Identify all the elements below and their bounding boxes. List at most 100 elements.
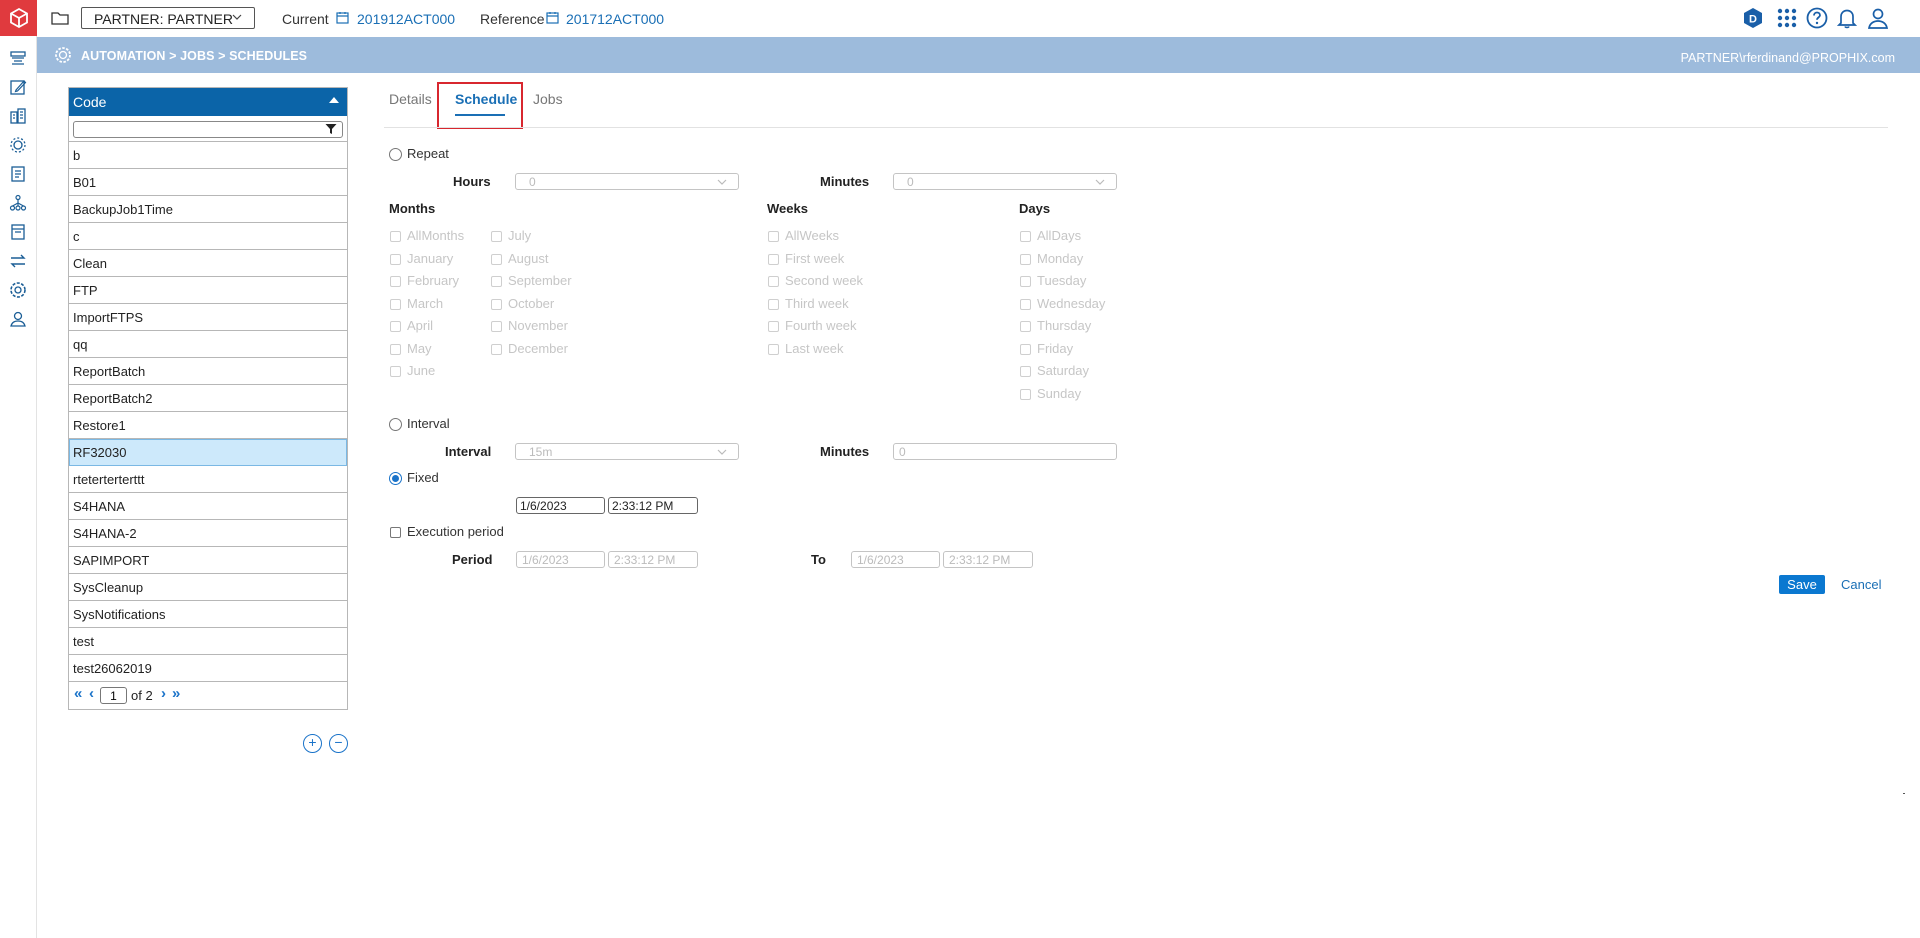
month-checkbox-may[interactable] bbox=[390, 344, 401, 355]
week-checkbox-first-week[interactable] bbox=[768, 254, 779, 265]
day-checkbox-alldays[interactable] bbox=[1020, 231, 1031, 242]
filter-icon[interactable] bbox=[325, 123, 337, 135]
day-checkbox-sunday[interactable] bbox=[1020, 389, 1031, 400]
nav-automation-gear-icon[interactable] bbox=[7, 134, 29, 156]
list-item[interactable]: RF32030 bbox=[69, 439, 347, 466]
month-checkbox-september[interactable] bbox=[491, 276, 502, 287]
day-checkbox-wednesday[interactable] bbox=[1020, 299, 1031, 310]
period-from-time-input[interactable]: 2:33:12 PM bbox=[608, 551, 698, 568]
nav-transfer-icon[interactable] bbox=[7, 250, 29, 272]
list-item[interactable]: ImportFTPS bbox=[69, 304, 347, 331]
list-item[interactable]: S4HANA-2 bbox=[69, 520, 347, 547]
reference-period-link[interactable]: 201712ACT000 bbox=[566, 11, 664, 27]
execution-period-checkbox[interactable] bbox=[390, 527, 401, 538]
tab-details[interactable]: Details bbox=[389, 91, 432, 107]
cancel-button[interactable]: Cancel bbox=[1841, 577, 1881, 592]
month-checkbox-october[interactable] bbox=[491, 299, 502, 310]
folder-icon[interactable] bbox=[51, 10, 69, 26]
nav-book-icon[interactable] bbox=[7, 221, 29, 243]
breadcrumb: AUTOMATION > JOBS > SCHEDULES bbox=[81, 49, 308, 63]
list-item[interactable]: ReportBatch2 bbox=[69, 385, 347, 412]
week-checkbox-last-week[interactable] bbox=[768, 344, 779, 355]
prophix-logo[interactable] bbox=[0, 0, 37, 36]
first-page-button[interactable]: « bbox=[74, 686, 82, 702]
list-item[interactable]: test bbox=[69, 628, 347, 655]
month-checkbox-december[interactable] bbox=[491, 344, 502, 355]
list-item[interactable]: B01 bbox=[69, 169, 347, 196]
repeat-radio[interactable] bbox=[389, 148, 402, 161]
month-checkbox-august[interactable] bbox=[491, 254, 502, 265]
list-item[interactable]: BackupJob1Time bbox=[69, 196, 347, 223]
week-checkbox-second-week[interactable] bbox=[768, 276, 779, 287]
list-item[interactable]: test26062019 bbox=[69, 655, 347, 682]
user-profile-icon[interactable] bbox=[1866, 6, 1890, 30]
notifications-bell-icon[interactable] bbox=[1835, 6, 1859, 30]
week-checkbox-fourth-week[interactable] bbox=[768, 321, 779, 332]
month-checkbox-january[interactable] bbox=[390, 254, 401, 265]
list-item[interactable]: qq bbox=[69, 331, 347, 358]
nav-hierarchy-icon[interactable] bbox=[7, 192, 29, 214]
nav-report-icon[interactable] bbox=[7, 163, 29, 185]
next-page-button[interactable]: › bbox=[161, 686, 166, 702]
list-item[interactable]: rteterterterttt bbox=[69, 466, 347, 493]
nav-buildings-icon[interactable] bbox=[7, 105, 29, 127]
chevron-down-icon bbox=[717, 179, 727, 185]
interval-radio[interactable] bbox=[389, 418, 402, 431]
list-item[interactable]: SysNotifications bbox=[69, 601, 347, 628]
list-item[interactable]: S4HANA bbox=[69, 493, 347, 520]
list-item[interactable]: ReportBatch bbox=[69, 358, 347, 385]
month-checkbox-july[interactable] bbox=[491, 231, 502, 242]
hours-select[interactable]: 0 bbox=[515, 173, 739, 190]
fixed-radio[interactable] bbox=[389, 472, 402, 485]
list-item[interactable]: SAPIMPORT bbox=[69, 547, 347, 574]
month-checkbox-february[interactable] bbox=[390, 276, 401, 287]
list-item[interactable]: SysCleanup bbox=[69, 574, 347, 601]
save-button[interactable]: Save bbox=[1779, 575, 1825, 594]
list-item[interactable]: Clean bbox=[69, 250, 347, 277]
day-checkbox-tuesday[interactable] bbox=[1020, 276, 1031, 287]
list-item[interactable]: c bbox=[69, 223, 347, 250]
d-badge-icon[interactable]: D bbox=[1741, 6, 1765, 30]
apps-grid-icon[interactable] bbox=[1775, 6, 1799, 30]
last-page-button[interactable]: » bbox=[172, 686, 180, 702]
list-item[interactable]: Restore1 bbox=[69, 412, 347, 439]
nav-settings-icon[interactable] bbox=[7, 279, 29, 301]
day-checkbox-friday[interactable] bbox=[1020, 344, 1031, 355]
day-checkbox-saturday[interactable] bbox=[1020, 366, 1031, 377]
month-checkbox-allmonths[interactable] bbox=[390, 231, 401, 242]
week-checkbox-allweeks[interactable] bbox=[768, 231, 779, 242]
add-schedule-button[interactable]: + bbox=[303, 734, 322, 753]
day-checkbox-thursday[interactable] bbox=[1020, 321, 1031, 332]
nav-edit-icon[interactable] bbox=[7, 76, 29, 98]
month-checkbox-june[interactable] bbox=[390, 366, 401, 377]
period-to-time-input[interactable]: 2:33:12 PM bbox=[943, 551, 1033, 568]
week-checkbox-third-week[interactable] bbox=[768, 299, 779, 310]
remove-schedule-button[interactable]: − bbox=[329, 734, 348, 753]
interval-minutes-input[interactable]: 0 bbox=[893, 443, 1117, 460]
list-item[interactable]: b bbox=[69, 142, 347, 169]
day-checkbox-monday[interactable] bbox=[1020, 254, 1031, 265]
chevron-down-icon bbox=[232, 14, 242, 20]
interval-select[interactable]: 15m bbox=[515, 443, 739, 460]
current-period-link[interactable]: 201912ACT000 bbox=[357, 11, 455, 27]
code-column-header[interactable]: Code bbox=[69, 88, 347, 116]
period-from-date-input[interactable]: 1/6/2023 bbox=[516, 551, 605, 568]
tab-jobs[interactable]: Jobs bbox=[533, 91, 563, 107]
month-checkbox-march[interactable] bbox=[390, 299, 401, 310]
nav-dashboard-icon[interactable] bbox=[7, 47, 29, 69]
prev-page-button[interactable]: ‹ bbox=[89, 686, 94, 702]
month-checkbox-november[interactable] bbox=[491, 321, 502, 332]
minutes-select[interactable]: 0 bbox=[893, 173, 1117, 190]
month-checkbox-april[interactable] bbox=[390, 321, 401, 332]
month-label-may: May bbox=[407, 341, 432, 356]
period-to-date-input[interactable]: 1/6/2023 bbox=[851, 551, 940, 568]
fixed-time-input[interactable]: 2:33:12 PM bbox=[608, 497, 698, 514]
nav-users-icon[interactable] bbox=[7, 308, 29, 330]
list-item[interactable]: FTP bbox=[69, 277, 347, 304]
page-number-input[interactable] bbox=[100, 687, 127, 704]
help-icon[interactable] bbox=[1805, 6, 1829, 30]
month-label-january: January bbox=[407, 251, 454, 266]
partner-select[interactable]: PARTNER: PARTNER bbox=[81, 7, 255, 29]
code-filter-input[interactable] bbox=[73, 121, 343, 138]
fixed-date-input[interactable]: 1/6/2023 bbox=[516, 497, 605, 514]
